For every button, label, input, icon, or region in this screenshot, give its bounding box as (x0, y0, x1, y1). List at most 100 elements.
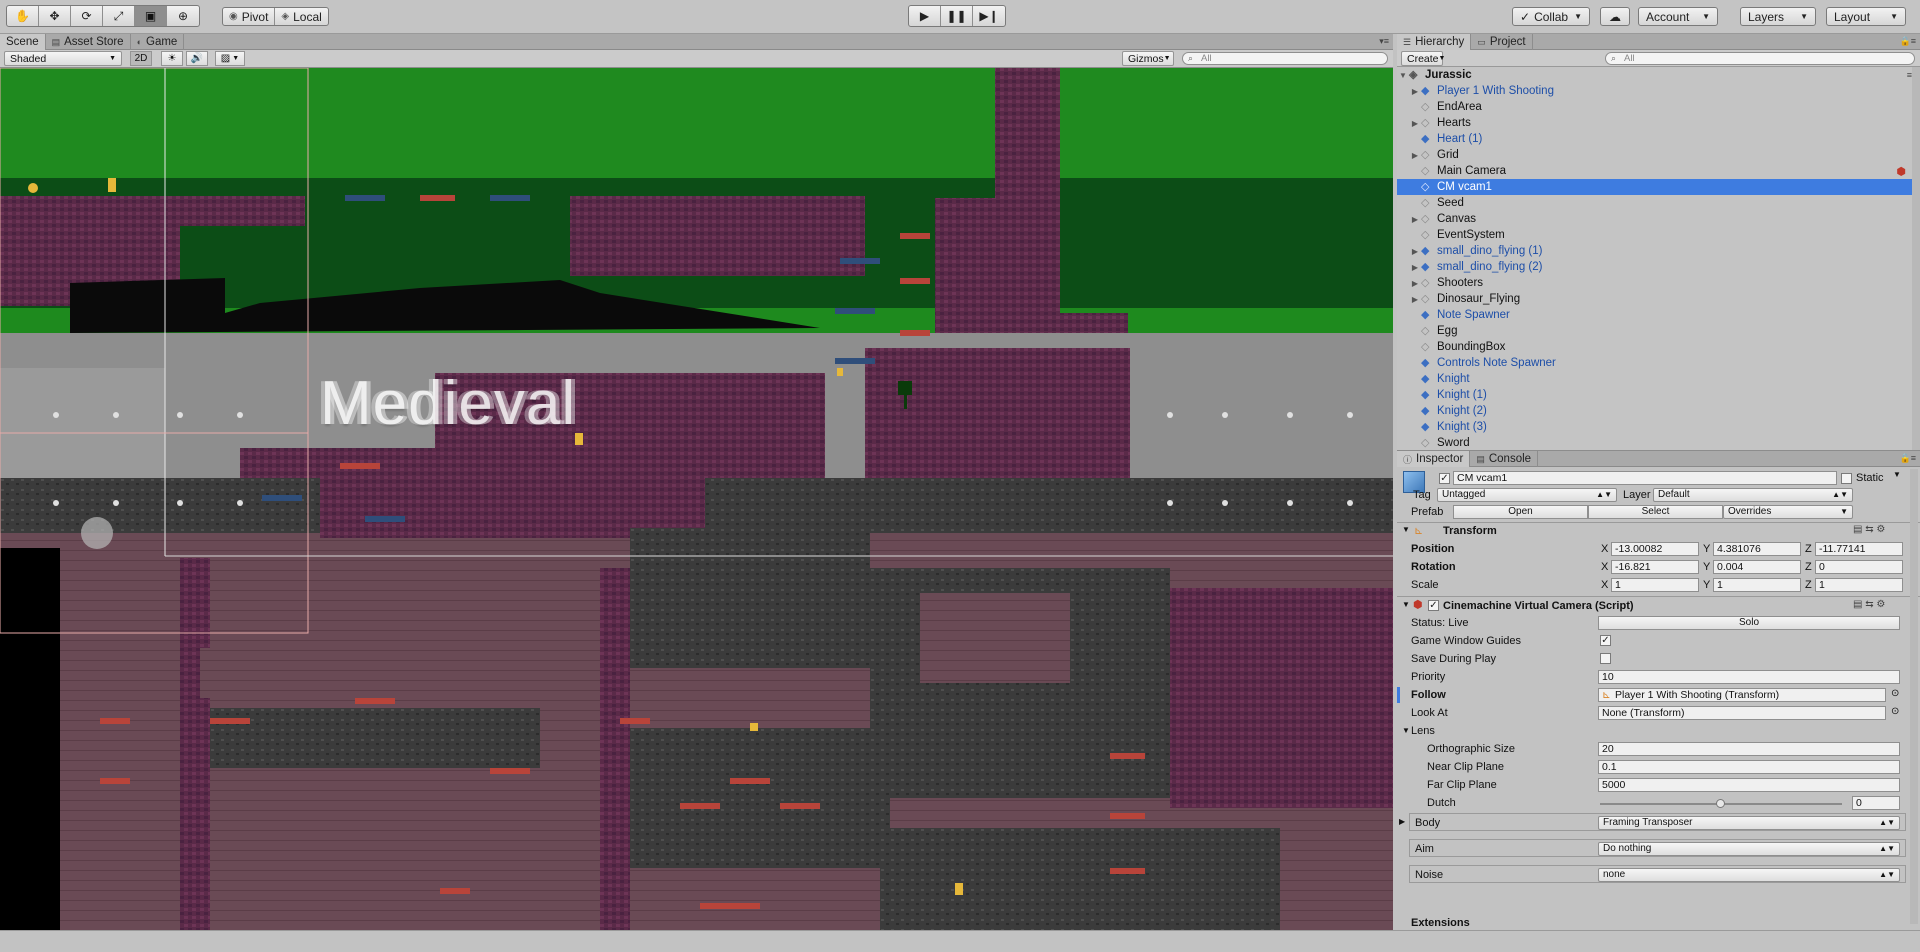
effects-dropdown[interactable]: ▨ ▼ (215, 51, 245, 66)
layers-dropdown[interactable]: Layers ▼ (1740, 7, 1816, 26)
hierarchy-scrollbar[interactable] (1912, 67, 1920, 450)
transform-tool-icon[interactable]: ⊕ (167, 6, 199, 26)
hierarchy-row[interactable]: ◇ Seed (1397, 195, 1920, 211)
scene-root-row[interactable]: ▼ ◈ Jurassic ≡ (1397, 67, 1920, 83)
hierarchy-row[interactable]: ▶ ◇ Dinosaur_Flying (1397, 291, 1920, 307)
hierarchy-row[interactable]: ▶ ◇ Grid (1397, 147, 1920, 163)
tab-console[interactable]: ▤ Console (1470, 451, 1539, 467)
layout-dropdown[interactable]: Layout ▼ (1826, 7, 1906, 26)
gizmos-dropdown[interactable]: Gizmos ▼ (1122, 51, 1174, 66)
position-x-field[interactable]: -13.00082 (1611, 542, 1699, 556)
position-z-field[interactable]: -11.77141 (1815, 542, 1903, 556)
object-picker-icon[interactable]: ⊙ (1891, 688, 1899, 699)
foldout-open-icon[interactable]: ▼ (1402, 600, 1410, 609)
rect-tool-icon[interactable]: ▣ (135, 6, 167, 26)
hierarchy-row[interactable]: ▶ ◇ Canvas (1397, 211, 1920, 227)
scale-tool-icon[interactable]: ⤢ (103, 6, 135, 26)
hierarchy-row[interactable]: ◆Knight (3)› (1397, 419, 1920, 435)
panel-menu-icon[interactable]: ▾≡ (1379, 36, 1389, 47)
game-window-guides-checkbox[interactable]: ✓ (1600, 635, 1611, 646)
foldout-closed-icon[interactable]: ▶ (1409, 263, 1421, 272)
hierarchy-row[interactable]: ▶◆small_dino_flying (1)› (1397, 243, 1920, 259)
lock-icon[interactable]: 🔒≡ (1900, 36, 1916, 47)
hierarchy-row[interactable]: ◆Note Spawner› (1397, 307, 1920, 323)
rotation-x-field[interactable]: -16.821 (1611, 560, 1699, 574)
object-name-input[interactable]: CM vcam1 (1453, 471, 1837, 485)
account-dropdown[interactable]: Account ▼ (1638, 7, 1718, 26)
tab-hierarchy[interactable]: ☰ Hierarchy (1397, 34, 1472, 50)
static-checkbox[interactable] (1841, 473, 1852, 484)
foldout-open-icon[interactable]: ▼ (1402, 726, 1410, 735)
prefab-open-button[interactable]: Open (1453, 505, 1588, 519)
prefab-select-button[interactable]: Select (1588, 505, 1723, 519)
far-clip-field[interactable]: 5000 (1598, 778, 1900, 792)
pivot-button[interactable]: ◉ Pivot (223, 8, 276, 25)
hierarchy-row[interactable]: ◇ BoundingBox (1397, 339, 1920, 355)
move-tool-icon[interactable]: ✥ (39, 6, 71, 26)
hierarchy-row[interactable]: ◇ Main Camera ⬢ (1397, 163, 1920, 179)
tab-inspector[interactable]: ⓘ Inspector (1397, 451, 1471, 467)
foldout-closed-icon[interactable]: ▶ (1409, 215, 1421, 224)
hierarchy-row[interactable]: ◆Knight (1)› (1397, 387, 1920, 403)
preset-icon[interactable]: ⇆ (1865, 599, 1873, 610)
hand-tool-icon[interactable]: ✋ (7, 6, 39, 26)
play-button[interactable]: ▶ (909, 6, 941, 26)
gear-icon[interactable]: ⚙ (1876, 599, 1885, 610)
look-at-field[interactable]: None (Transform) (1598, 706, 1886, 720)
pause-button[interactable]: ❚❚ (941, 6, 973, 26)
step-button[interactable]: ▶❙ (973, 6, 1005, 26)
hierarchy-row[interactable]: ◇ EndArea (1397, 99, 1920, 115)
create-dropdown[interactable]: Create ▼ (1401, 51, 1445, 66)
local-button[interactable]: ◈ Local (275, 8, 327, 25)
tab-asset-store[interactable]: ▤ Asset Store (46, 34, 131, 50)
hierarchy-row[interactable]: ▶ ◇ Shooters (1397, 275, 1920, 291)
scene-search-input[interactable]: ⌕ All (1182, 52, 1388, 65)
hierarchy-row[interactable]: ▶ ◇ Hearts (1397, 115, 1920, 131)
component-header-icons[interactable]: ▤ ⇆ ⚙ (1853, 599, 1885, 610)
layer-dropdown[interactable]: Default ▲▼ (1653, 488, 1853, 502)
collab-dropdown[interactable]: ✓ Collab ▼ (1512, 7, 1591, 26)
preset-icon[interactable]: ⇆ (1865, 524, 1873, 535)
priority-field[interactable]: 10 (1598, 670, 1900, 684)
foldout-open-icon[interactable]: ▼ (1397, 71, 1409, 80)
help-icon[interactable]: ▤ (1853, 524, 1862, 535)
aim-dropdown[interactable]: Do nothing ▲▼ (1598, 842, 1900, 856)
hierarchy-row[interactable]: ◇ Sword (1397, 435, 1920, 450)
hierarchy-row[interactable]: ◆Knight (2)› (1397, 403, 1920, 419)
rotation-z-field[interactable]: 0 (1815, 560, 1903, 574)
solo-button[interactable]: Solo (1598, 616, 1900, 630)
lighting-toggle[interactable]: ☀ (161, 51, 183, 66)
scale-y-field[interactable]: 1 (1713, 578, 1801, 592)
cloud-button[interactable]: ☁ (1600, 7, 1630, 26)
foldout-open-icon[interactable]: ▼ (1402, 525, 1410, 534)
hierarchy-row[interactable]: ◇ EventSystem (1397, 227, 1920, 243)
tag-dropdown[interactable]: Untagged ▲▼ (1437, 488, 1617, 502)
foldout-closed-icon[interactable]: ▶ (1409, 87, 1421, 96)
inspector-scrollbar[interactable] (1910, 469, 1918, 924)
foldout-closed-icon[interactable]: ▶ (1409, 119, 1421, 128)
shading-mode-dropdown[interactable]: Shaded ▼ (4, 51, 122, 66)
near-clip-field[interactable]: 0.1 (1598, 760, 1900, 774)
component-header-icons[interactable]: ▤ ⇆ ⚙ (1853, 524, 1885, 535)
tab-scene[interactable]: Scene (0, 34, 46, 50)
caret-down-icon[interactable]: ▼ (1893, 470, 1901, 479)
rotation-y-field[interactable]: 0.004 (1713, 560, 1801, 574)
hierarchy-row[interactable]: ◆Heart (1)› (1397, 131, 1920, 147)
hierarchy-row[interactable]: ▶◆Player 1 With Shooting› (1397, 83, 1920, 99)
active-checkbox[interactable]: ✓ (1439, 473, 1450, 484)
tab-game[interactable]: ◐ Game (131, 34, 185, 50)
foldout-closed-icon[interactable]: ▶ (1399, 817, 1405, 826)
help-icon[interactable]: ▤ (1853, 599, 1862, 610)
dutch-slider-knob[interactable] (1716, 799, 1725, 808)
foldout-closed-icon[interactable]: ▶ (1409, 279, 1421, 288)
dutch-field[interactable]: 0 (1852, 796, 1900, 810)
gear-icon[interactable]: ⚙ (1876, 524, 1885, 535)
prefab-overrides-dropdown[interactable]: Overrides ▼ (1723, 505, 1853, 519)
hierarchy-row[interactable]: ◇ Egg (1397, 323, 1920, 339)
lock-icon[interactable]: 🔒≡ (1900, 453, 1916, 464)
position-y-field[interactable]: 4.381076 (1713, 542, 1801, 556)
ortho-size-field[interactable]: 20 (1598, 742, 1900, 756)
save-during-play-checkbox[interactable] (1600, 653, 1611, 664)
scene-viewport[interactable]: Medieval (0, 68, 1393, 930)
hierarchy-row[interactable]: ◇CM vcam1› (1397, 179, 1920, 195)
